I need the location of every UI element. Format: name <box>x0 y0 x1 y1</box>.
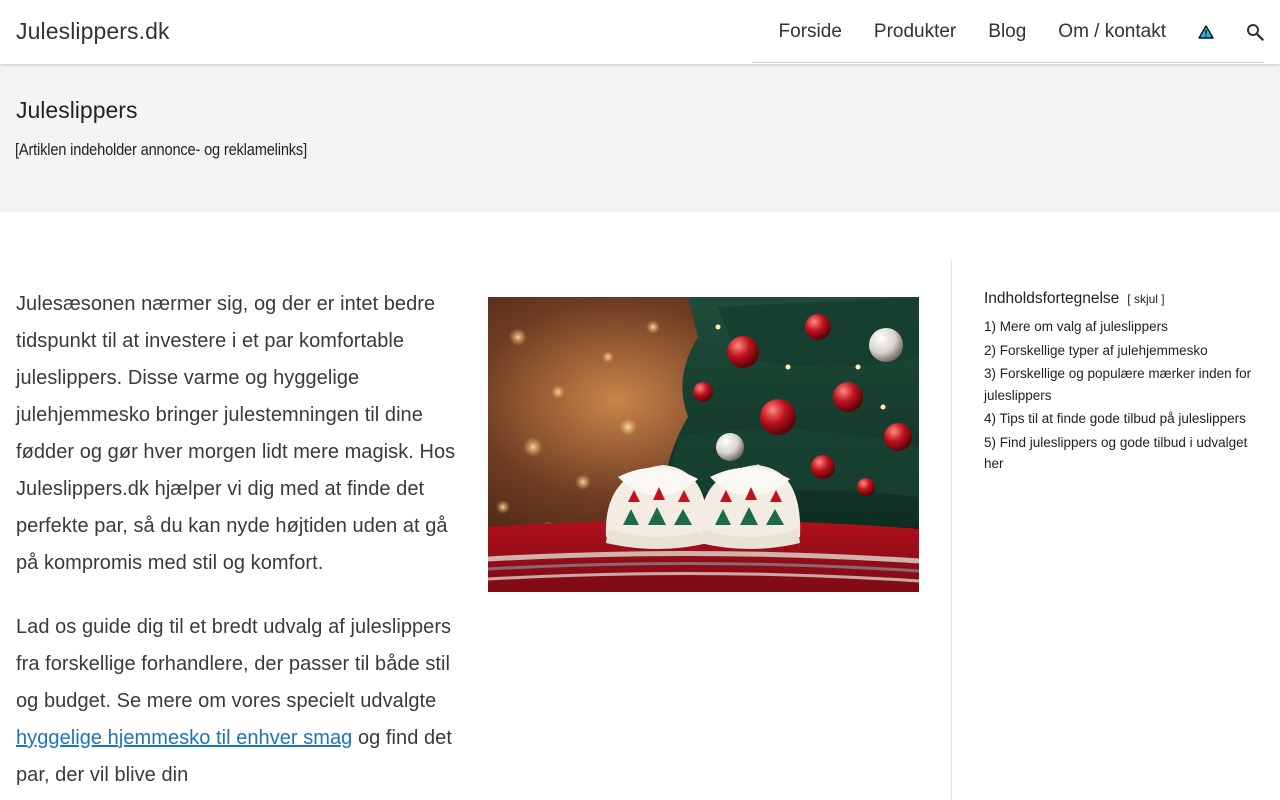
nav-underline <box>752 62 1264 63</box>
article-content: Julesæsonen nærmer sig, og der er intet … <box>16 286 456 800</box>
toc-item-2[interactable]: 2) Forskellige typer af julehjemmesko <box>984 340 1268 362</box>
title-band: Juleslippers [Artiklen indeholder annonc… <box>0 64 1280 212</box>
toc-hide-toggle[interactable]: [ skjul ] <box>1127 292 1164 306</box>
nav-om-kontakt[interactable]: Om / kontakt <box>1058 0 1166 64</box>
site-logo[interactable]: Juleslippers.dk <box>16 18 170 45</box>
intro-paragraph: Julesæsonen nærmer sig, og der er intet … <box>16 293 456 574</box>
cozy-slippers-link[interactable]: hyggelige hjemmesko til enhver smag <box>16 727 352 749</box>
toc-item-1[interactable]: 1) Mere om valg af juleslippers <box>984 316 1268 338</box>
ad-disclaimer: [Artiklen indeholder annonce- og reklame… <box>15 140 307 159</box>
guide-paragraph: Lad os guide dig til et bredt udvalg af … <box>16 609 456 794</box>
nav-forside[interactable]: Forside <box>779 0 842 64</box>
search-icon[interactable] <box>1246 0 1264 64</box>
table-of-contents: Indholdsfortegnelse [ skjul ] 1) Mere om… <box>984 290 1268 477</box>
nav-blog[interactable]: Blog <box>988 0 1026 64</box>
christmas-slippers-image <box>488 297 919 592</box>
toc-list: 1) Mere om valg af juleslippers 2) Forsk… <box>984 316 1268 475</box>
site-header: Juleslippers.dk Forside Produkter Blog O… <box>0 0 1280 64</box>
nav-produkter[interactable]: Produkter <box>874 0 956 64</box>
warning-triangle-icon[interactable] <box>1197 0 1215 64</box>
toc-item-3[interactable]: 3) Forskellige og populære mærker inden … <box>984 363 1268 406</box>
sidebar-divider <box>951 260 952 800</box>
toc-title: Indholdsfortegnelse <box>984 290 1120 307</box>
toc-item-5[interactable]: 5) Find juleslippers og gode tilbud i ud… <box>984 432 1268 475</box>
toc-header: Indholdsfortegnelse [ skjul ] <box>984 290 1268 308</box>
page-title: Juleslippers <box>16 97 138 123</box>
guide-text-before: Lad os guide dig til et bredt udvalg af … <box>16 616 452 712</box>
main-nav: Forside Produkter Blog Om / kontakt <box>779 0 1264 64</box>
toc-item-4[interactable]: 4) Tips til at finde gode tilbud på jule… <box>984 408 1268 430</box>
